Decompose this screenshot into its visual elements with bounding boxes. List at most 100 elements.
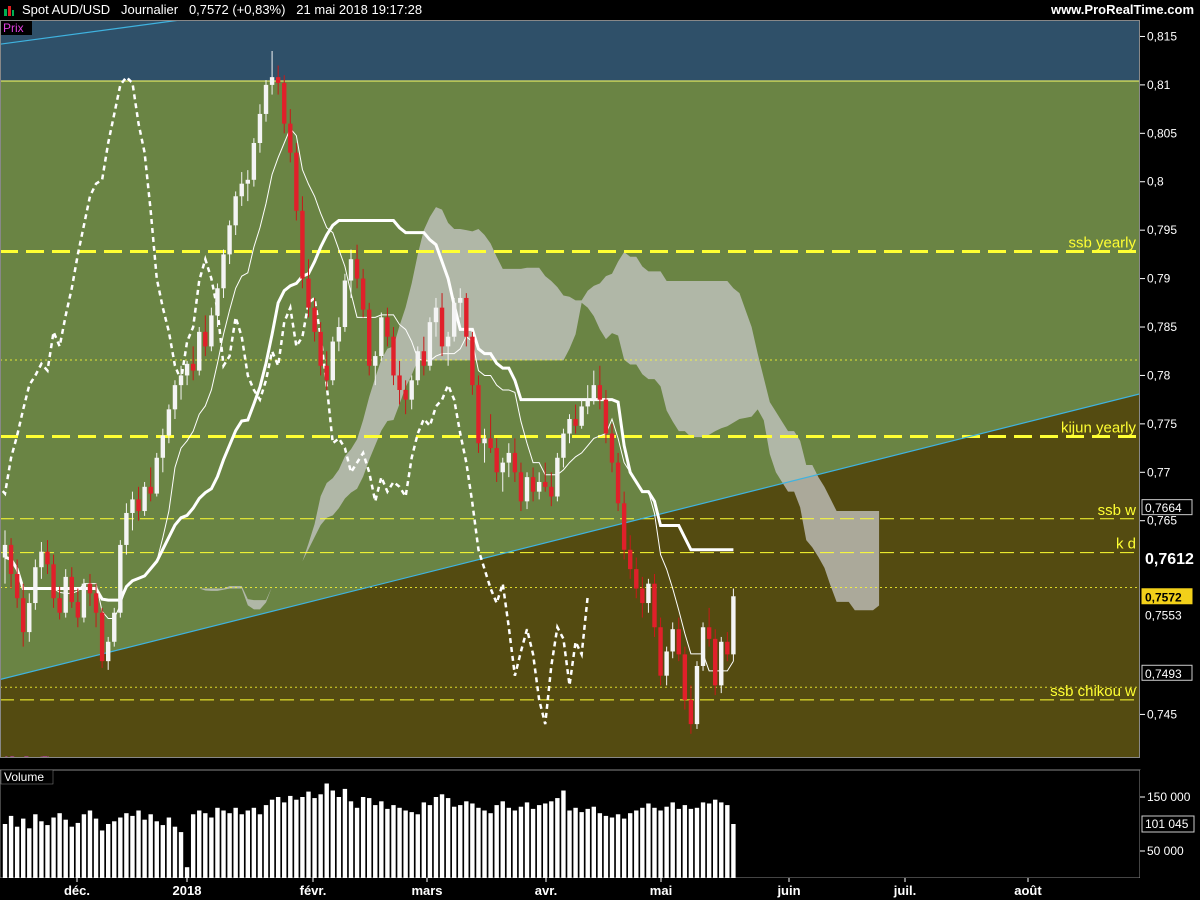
volume-bar[interactable] (567, 810, 572, 879)
candle-body[interactable] (81, 583, 87, 618)
volume-bar[interactable] (615, 814, 621, 878)
candle-body[interactable] (585, 399, 590, 407)
volume-bar[interactable] (190, 814, 196, 878)
volume-bar[interactable] (87, 810, 93, 879)
volume-bar[interactable] (215, 807, 220, 878)
volume-bar[interactable] (579, 812, 584, 878)
candle-body[interactable] (421, 351, 427, 366)
volume-bar[interactable] (245, 810, 250, 879)
volume-bar[interactable] (14, 826, 20, 878)
candle-body[interactable] (712, 638, 718, 686)
volume-bar[interactable] (275, 797, 281, 878)
price-panel[interactable]: ssb yearly kijun yearly ssb w k d ssb chikou… (0, 20, 1140, 765)
candle-body[interactable] (215, 288, 220, 316)
candle-body[interactable] (51, 564, 56, 599)
volume-bar[interactable] (500, 801, 505, 878)
candle-body[interactable] (652, 583, 657, 628)
volume-bar[interactable] (142, 819, 147, 878)
volume-axis[interactable]: 150 000 50 000 101 045 (1140, 770, 1200, 878)
volume-bar[interactable] (658, 810, 663, 879)
candle-body[interactable] (536, 481, 542, 492)
volume-bar[interactable] (209, 817, 214, 878)
candle-body[interactable] (725, 641, 730, 655)
candle-body[interactable] (239, 183, 244, 197)
volume-bar[interactable] (330, 790, 335, 878)
volume-bar[interactable] (682, 805, 688, 878)
volume-bar[interactable] (239, 814, 244, 878)
candle-body[interactable] (251, 143, 257, 180)
volume-bar[interactable] (373, 805, 378, 878)
volume-bar[interactable] (706, 803, 712, 878)
candle-body[interactable] (621, 503, 627, 550)
volume-bar[interactable] (288, 795, 293, 878)
volume-bar[interactable] (45, 825, 50, 878)
candle-body[interactable] (549, 486, 554, 497)
candle-body[interactable] (275, 77, 281, 83)
candle-body[interactable] (130, 499, 135, 513)
volume-bar[interactable] (476, 807, 481, 878)
candle-body[interactable] (379, 317, 384, 357)
candle-body[interactable] (512, 452, 518, 473)
volume-bar[interactable] (427, 805, 433, 878)
volume-bar[interactable] (105, 824, 111, 878)
volume-bar[interactable] (27, 828, 32, 878)
candle-body[interactable] (257, 113, 263, 143)
volume-bar[interactable] (415, 814, 420, 878)
candle-body[interactable] (197, 331, 202, 371)
volume-bar[interactable] (8, 815, 14, 878)
candle-body[interactable] (190, 363, 196, 371)
candle-body[interactable] (397, 375, 402, 390)
candle-body[interactable] (445, 336, 451, 347)
chart-canvas[interactable]: ssb yearly kijun yearly ssb w k d ssb chikou… (0, 20, 1200, 900)
volume-bar[interactable] (348, 801, 354, 878)
candle-body[interactable] (105, 641, 111, 662)
candle-body[interactable] (439, 307, 445, 347)
candle-body[interactable] (8, 544, 14, 574)
volume-bar[interactable] (318, 794, 323, 878)
candle-body[interactable] (682, 654, 688, 700)
candle-body[interactable] (118, 544, 123, 613)
candle-body[interactable] (263, 84, 269, 114)
volume-bar[interactable] (51, 817, 56, 878)
candle-body[interactable] (39, 551, 44, 568)
candle-body[interactable] (14, 573, 20, 599)
candle-body[interactable] (87, 583, 93, 594)
candle-body[interactable] (518, 472, 524, 502)
candle-body[interactable] (409, 380, 414, 400)
volume-bar[interactable] (482, 810, 487, 879)
candle-body[interactable] (506, 452, 512, 463)
volume-bar[interactable] (93, 818, 99, 878)
volume-bar[interactable] (63, 819, 68, 878)
volume-bar[interactable] (555, 798, 560, 878)
candle-body[interactable] (458, 297, 463, 303)
volume-bar[interactable] (536, 805, 542, 878)
candle-body[interactable] (294, 152, 299, 211)
volume-bar[interactable] (166, 817, 172, 878)
candle-body[interactable] (676, 629, 681, 655)
volume-bar[interactable] (154, 821, 159, 878)
volume-bar[interactable] (112, 821, 117, 878)
volume-bar[interactable] (99, 830, 105, 878)
volume-bar[interactable] (512, 810, 518, 879)
volume-bar[interactable] (524, 802, 530, 878)
candle-body[interactable] (640, 588, 645, 604)
volume-bar[interactable] (439, 794, 445, 878)
volume-bar[interactable] (494, 805, 499, 878)
volume-bar[interactable] (172, 826, 178, 878)
candle-body[interactable] (324, 365, 329, 381)
candle-body[interactable] (524, 477, 530, 502)
candle-body[interactable] (688, 699, 694, 725)
volume-bar[interactable] (409, 812, 414, 878)
candle-body[interactable] (33, 567, 38, 604)
volume-bar[interactable] (646, 803, 651, 878)
volume-bar[interactable] (160, 825, 166, 878)
volume-bar[interactable] (664, 806, 669, 878)
candle-body[interactable] (69, 576, 74, 603)
volume-bar[interactable] (488, 813, 493, 878)
candle-body[interactable] (494, 448, 499, 473)
candle-body[interactable] (579, 406, 584, 426)
candle-body[interactable] (348, 259, 354, 281)
volume-bar[interactable] (609, 817, 615, 878)
volume-bar[interactable] (694, 807, 700, 878)
candle-body[interactable] (476, 385, 481, 444)
